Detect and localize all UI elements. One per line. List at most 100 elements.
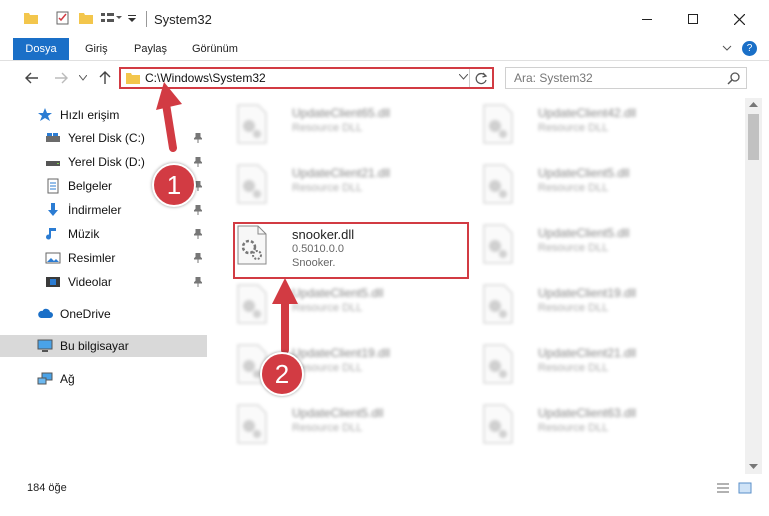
list-item[interactable]: UpdateClient65.dll Resource DLL [220,100,460,150]
status-bar: 184 öğe [0,478,769,500]
pin-icon[interactable] [194,133,202,143]
file-name: UpdateClient65.dll [292,106,391,120]
dll-file-icon [237,284,267,324]
minimize-icon [642,19,652,20]
search-placeholder: Ara: System32 [514,71,593,85]
sidebar-item-videos[interactable]: Videolar [0,271,208,293]
details-view-icon[interactable] [716,482,730,494]
tab-view[interactable]: Görünüm [192,38,238,60]
sidebar-item-label: Bu bilgisayar [60,339,129,353]
dll-file-icon [237,104,267,144]
recent-locations-button[interactable] [78,70,88,86]
list-item[interactable]: UpdateClient5.dll Resource DLL [220,280,460,330]
pin-icon[interactable] [194,205,202,215]
drive-icon [46,161,60,166]
file-type: Resource DLL [538,242,609,254]
properties-icon[interactable] [55,11,71,25]
sidebar-item-label: Videolar [68,275,112,289]
pin-icon[interactable] [194,253,202,263]
scroll-thumb[interactable] [748,114,759,160]
list-item[interactable]: UpdateClient5.dll Resource DLL [220,400,460,450]
drive-icon [46,133,60,142]
sidebar-item-label: OneDrive [60,307,111,321]
window-title: System32 [154,12,212,27]
sidebar-item-label: Müzik [68,227,100,241]
file-name: UpdateClient42.dll [538,106,637,120]
tab-file[interactable]: Dosya [13,38,69,60]
expand-ribbon-icon[interactable] [722,43,732,53]
sidebar-item-pictures[interactable]: Resimler [0,247,208,269]
sidebar-item-onedrive[interactable]: OneDrive [0,303,208,325]
file-type: Resource DLL [538,302,609,314]
dll-file-icon [483,104,513,144]
view-icon[interactable] [100,11,122,25]
search-icon[interactable] [727,72,740,85]
sidebar-item-network[interactable]: Ağ [0,368,208,390]
dll-file-icon [483,224,513,264]
folder-icon [24,13,38,24]
large-icons-view-icon[interactable] [738,482,752,494]
navigation-pane: Hızlı erişim Yerel Disk (C:) Yerel Disk … [0,98,208,474]
vertical-scrollbar[interactable] [745,98,762,474]
dll-file-icon [483,344,513,384]
list-item[interactable]: UpdateClient42.dll Resource DLL [466,100,706,150]
ribbon: Dosya Giriş Paylaş Görünüm ? [0,38,769,61]
minimize-button[interactable] [624,0,670,38]
list-item[interactable]: UpdateClient19.dll Resource DLL [220,340,460,390]
file-type: Resource DLL [292,182,363,194]
sidebar-item-quick-access[interactable]: Hızlı erişim [0,104,208,126]
refresh-icon[interactable] [475,72,488,85]
file-name: UpdateClient5.dll [538,226,630,240]
address-bar[interactable]: C:\Windows\System32 [119,67,494,89]
callout-badge-1: 1 [152,163,196,207]
help-icon[interactable]: ? [742,41,757,56]
sidebar-item-label: Yerel Disk (C:) [68,131,145,145]
callout-badge-2: 2 [260,352,304,396]
pictures-icon [45,252,61,264]
highlight-box [233,222,469,279]
back-button[interactable] [24,70,40,86]
list-item[interactable]: UpdateClient21.dll Resource DLL [466,340,706,390]
sidebar-item-disk-c[interactable]: Yerel Disk (C:) [0,127,208,149]
file-type: Resource DLL [538,362,609,374]
sidebar-item-music[interactable]: Müzik [0,223,208,245]
download-icon [48,203,58,216]
file-type: Resource DLL [292,422,363,434]
pin-icon[interactable] [194,277,202,287]
file-type: Resource DLL [292,122,363,134]
address-path[interactable]: C:\Windows\System32 [145,71,266,85]
arrow-right-icon [55,72,68,84]
arrow-left-icon [25,72,38,84]
list-item[interactable]: UpdateClient21.dll Resource DLL [220,160,460,210]
list-item[interactable]: UpdateClient5.dll Resource DLL [466,220,706,270]
tab-home[interactable]: Giriş [85,38,108,60]
cloud-icon [38,308,53,318]
dll-file-icon [483,164,513,204]
file-list: UpdateClient65.dll Resource DLL UpdateCl… [210,98,743,474]
new-folder-icon[interactable] [78,11,94,25]
chevron-down-icon[interactable] [127,11,137,25]
list-item[interactable]: UpdateClient5.dll Resource DLL [466,160,706,210]
tab-share[interactable]: Paylaş [134,38,167,60]
documents-icon [47,178,59,194]
sidebar-item-label: Hızlı erişim [60,108,120,122]
folder-icon [126,73,140,84]
title-bar: System32 [0,0,769,38]
file-type: Resource DLL [538,122,609,134]
pin-icon[interactable] [194,157,202,167]
close-button[interactable] [716,0,762,38]
search-field[interactable]: Ara: System32 [505,67,747,89]
pin-icon[interactable] [194,229,202,239]
star-icon [38,108,52,121]
chevron-down-icon[interactable] [459,74,468,80]
scroll-down-icon[interactable] [749,464,758,470]
scroll-up-icon[interactable] [749,102,758,108]
sidebar-item-label: İndirmeler [68,203,122,217]
sidebar-item-this-pc[interactable]: Bu bilgisayar [0,335,208,357]
maximize-button[interactable] [670,0,716,38]
up-button[interactable] [97,70,113,86]
list-item[interactable]: UpdateClient63.dll Resource DLL [466,400,706,450]
list-item[interactable]: UpdateClient19.dll Resource DLL [466,280,706,330]
dll-file-icon [237,164,267,204]
forward-button[interactable] [53,70,69,86]
